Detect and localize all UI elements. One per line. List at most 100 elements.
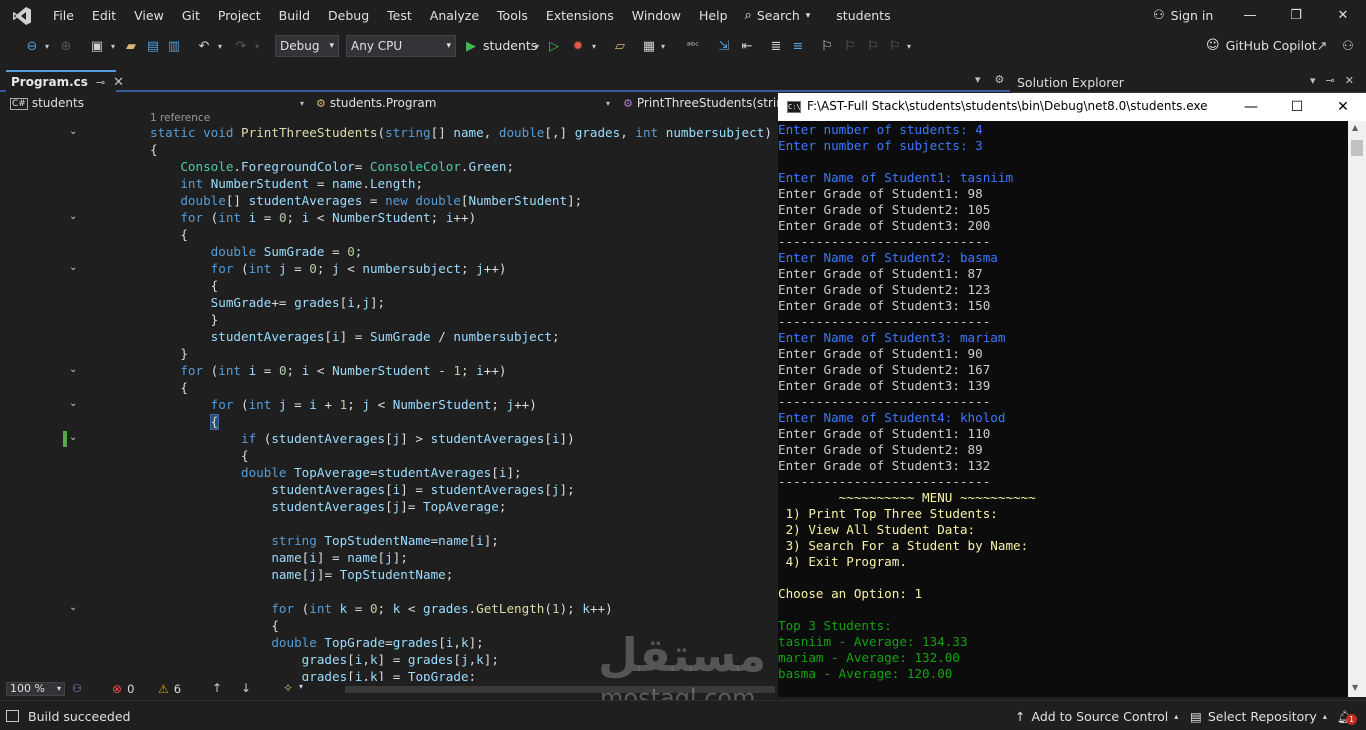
code-line[interactable]: { [150, 413, 219, 430]
chevron-down-icon[interactable]: ▾ [904, 37, 914, 55]
chevron-down-icon[interactable]: ▾ [532, 37, 542, 55]
code-line[interactable]: } [150, 345, 188, 362]
configuration-select[interactable]: Debug ▾ [275, 35, 339, 57]
menu-debug[interactable]: Debug [319, 0, 378, 31]
code-line[interactable]: Console.ForegroundColor= ConsoleColor.Gr… [150, 158, 514, 175]
code-line[interactable]: for (int j = 0; j < numbersubject; j++) [150, 260, 507, 277]
code-line[interactable]: for (int i = 0; i < NumberStudent; i++) [150, 209, 476, 226]
close-icon[interactable]: ✕ [1345, 74, 1354, 87]
menu-view[interactable]: View [125, 0, 173, 31]
start-debugging-icon[interactable]: ▶ [463, 37, 479, 55]
console-scrollbar-thumb[interactable] [1351, 140, 1363, 156]
code-line[interactable]: double[] studentAverages = new double[Nu… [150, 192, 582, 209]
chevron-down-icon[interactable]: ▾ [42, 37, 52, 55]
code-line[interactable]: { [150, 447, 249, 464]
undo-icon[interactable]: ↶ [195, 37, 213, 55]
menu-project[interactable]: Project [209, 0, 270, 31]
menu-edit[interactable]: Edit [83, 0, 125, 31]
code-cleanup-icon[interactable]: ✧ [283, 681, 293, 695]
code-line[interactable]: double SumGrade = 0; [150, 243, 363, 260]
code-line[interactable]: static void PrintThreeStudents(string[] … [150, 124, 772, 141]
console-scrollbar[interactable]: ▲ ▼ [1348, 121, 1366, 697]
fold-toggle-icon[interactable]: ⌄ [69, 398, 77, 409]
save-all-icon[interactable]: ▥ [165, 37, 183, 55]
code-line[interactable]: studentAverages[j]= TopAverage; [150, 498, 506, 515]
layout-icon[interactable]: ▦ [640, 37, 658, 55]
close-tab-icon[interactable]: ✕ [113, 75, 124, 90]
code-line[interactable]: name[i] = name[j]; [150, 549, 408, 566]
github-copilot-button[interactable]: ☺ GitHub Copilot [1206, 38, 1317, 53]
type-dropdown[interactable]: ⚙ students.Program ▾ [316, 94, 616, 113]
scroll-up-icon[interactable]: ▲ [1352, 123, 1358, 132]
output-panel-icon[interactable] [6, 710, 19, 722]
menu-extensions[interactable]: Extensions [537, 0, 623, 31]
save-icon[interactable]: ▤ [144, 37, 162, 55]
code-line[interactable]: studentAverages[i] = studentAverages[j]; [150, 481, 574, 498]
code-line[interactable]: int NumberStudent = name.Length; [150, 175, 423, 192]
code-line[interactable]: studentAverages[i] = SumGrade / numbersu… [150, 328, 560, 345]
settings-gear-icon[interactable]: ⚙ [995, 73, 1005, 86]
fold-toggle-icon[interactable]: ⌄ [69, 211, 77, 222]
menu-window[interactable]: Window [623, 0, 690, 31]
visual-studio-logo-icon[interactable] [0, 0, 44, 31]
codelens-references[interactable]: 1 reference [150, 112, 210, 124]
code-line[interactable]: double TopGrade=grades[i,k]; [150, 634, 483, 651]
restore-button[interactable]: ❐ [1273, 0, 1319, 31]
fold-toggle-icon[interactable]: ⌄ [69, 262, 77, 273]
sign-in-button[interactable]: ⚇ Sign in [1153, 0, 1213, 31]
menu-build[interactable]: Build [270, 0, 319, 31]
scroll-down-icon[interactable]: ▼ [1352, 683, 1358, 692]
comment-icon[interactable]: ≣ [767, 37, 785, 55]
code-line[interactable]: for (int k = 0; k < grades.GetLength(1);… [150, 600, 612, 617]
outdent-icon[interactable]: ⇤ [738, 37, 756, 55]
menu-file[interactable]: File [44, 0, 83, 31]
code-line[interactable]: if (studentAverages[j] > studentAverages… [150, 430, 575, 447]
next-issue-icon[interactable]: ↓ [241, 681, 251, 695]
console-title-bar[interactable]: C:\ F:\AST-Full Stack\students\students\… [778, 93, 1366, 121]
project-dropdown[interactable]: C# students ▾ [10, 94, 310, 113]
fold-toggle-icon[interactable]: ⌄ [69, 364, 77, 375]
navigate-back-icon[interactable]: ⊖ [23, 37, 41, 55]
code-line[interactable]: double TopAverage=studentAverages[i]; [150, 464, 522, 481]
step-icon[interactable]: ⇲ [715, 37, 733, 55]
chevron-down-icon[interactable]: ▾ [658, 37, 668, 55]
chevron-down-icon[interactable]: ▾ [215, 37, 225, 55]
pin-icon[interactable]: ⊸ [96, 76, 105, 89]
navigate-forward-icon[interactable]: ⊕ [57, 37, 75, 55]
code-line[interactable]: { [150, 141, 158, 158]
new-project-icon[interactable]: ▣ [88, 37, 106, 55]
menu-help[interactable]: Help [690, 0, 737, 31]
menu-analyze[interactable]: Analyze [421, 0, 488, 31]
code-line[interactable]: { [150, 379, 188, 396]
code-line[interactable]: grades[i,k] = grades[j,k]; [150, 651, 499, 668]
menu-test[interactable]: Test [378, 0, 421, 31]
menu-git[interactable]: Git [173, 0, 209, 31]
code-line[interactable]: for (int i = 0; i < NumberStudent - 1; i… [150, 362, 506, 379]
code-line[interactable]: } [150, 311, 219, 328]
spell-check-icon[interactable]: ᵃᵇᶜ [684, 37, 702, 55]
console-maximize-button[interactable]: ☐ [1274, 93, 1320, 121]
code-line[interactable]: { [150, 277, 219, 294]
tab-list-dropdown-icon[interactable]: ▾ [975, 73, 981, 86]
fold-toggle-icon[interactable]: ⌄ [69, 126, 77, 137]
errors-indicator[interactable]: ⊗ 0 [112, 682, 134, 696]
chevron-down-icon[interactable]: ▾ [589, 37, 599, 55]
start-without-debugging-icon[interactable]: ▷ [546, 37, 562, 55]
run-target-label[interactable]: students [483, 38, 537, 53]
fold-toggle-icon[interactable]: ⌄ [69, 432, 77, 443]
minimize-button[interactable]: — [1227, 0, 1273, 31]
bookmark-next-icon[interactable]: ⚐ [864, 37, 882, 55]
notifications-button[interactable]: 🔔︎ 1 [1337, 709, 1357, 725]
code-line[interactable]: { [150, 226, 188, 243]
platform-select[interactable]: Any CPU ▾ [346, 35, 456, 57]
console-close-button[interactable]: ✕ [1320, 93, 1366, 121]
uncomment-icon[interactable]: ≡ [789, 37, 807, 55]
chevron-down-icon[interactable]: ▾ [299, 682, 303, 691]
bookmark-clear-icon[interactable]: ⚐ [886, 37, 904, 55]
hot-reload-icon[interactable]: ✹ [569, 37, 587, 55]
previous-issue-icon[interactable]: ↑ [212, 681, 222, 695]
chevron-down-icon[interactable]: ▾ [1310, 74, 1316, 87]
pin-icon[interactable]: ⊸ [1326, 74, 1335, 87]
add-to-source-control-button[interactable]: ↑ Add to Source Control ▴ [1015, 709, 1178, 724]
bookmark-icon[interactable]: ⚐ [818, 37, 836, 55]
